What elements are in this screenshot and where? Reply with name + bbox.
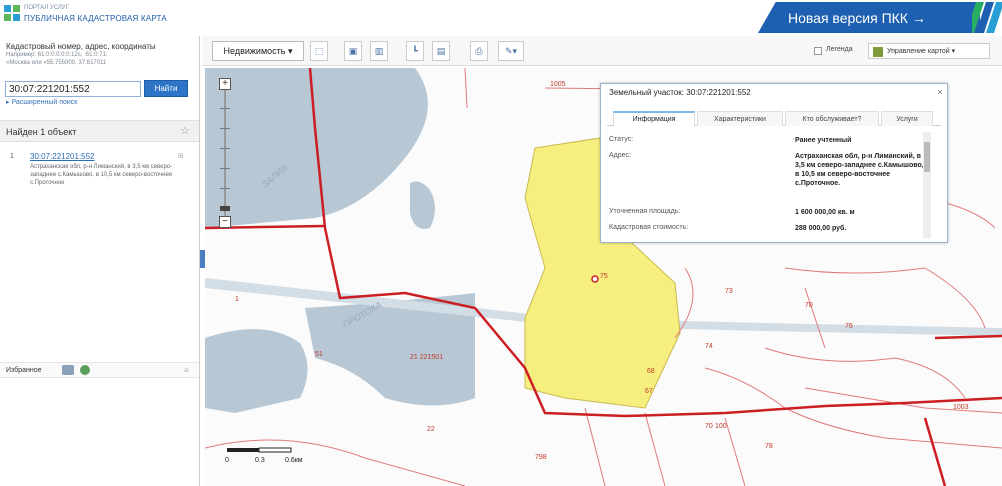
map-control-label: Управление картой ▾ [887, 48, 956, 55]
field-value: Астраханская обл, р-н Лиманский, в 3,5 к… [795, 153, 924, 187]
map-label: 1005 [550, 81, 566, 88]
map-label: 22 [427, 426, 435, 433]
field-value: Ранее учтенный [795, 137, 852, 144]
search-title: Кадастровый номер, адрес, координаты [6, 42, 156, 51]
field-label: Кадастровая стоимость: [609, 224, 689, 231]
identify-icon[interactable]: ▣ [344, 41, 362, 61]
zoom-out-button[interactable]: − [219, 216, 231, 228]
tools-icon[interactable]: ✎▾ [498, 41, 524, 61]
map-label: 70 [805, 302, 813, 309]
result-address: Астраханская обл, р-н Лиманский, в 3,5 к… [30, 164, 173, 186]
tab-who-serves[interactable]: Кто обслуживает? [785, 111, 879, 126]
zoom-slider-thumb[interactable] [220, 206, 230, 211]
popup-tabs: Информация Характеристики Кто обслуживае… [607, 108, 941, 126]
zoom-to-icon[interactable]: ⊞ [178, 152, 184, 160]
map-label: 1003 [953, 404, 969, 411]
layer-select[interactable]: Недвижимость ▾ [212, 41, 304, 61]
legend-label[interactable]: Легенда [826, 46, 853, 53]
favorites-add-icon[interactable] [80, 365, 90, 375]
select-tool-icon[interactable]: ⬚ [310, 41, 328, 61]
star-icon[interactable]: ☆ [180, 124, 190, 137]
map-control-icon [873, 47, 883, 57]
favorites-bar: Избранное ≡ [0, 362, 199, 378]
results-header: Найден 1 объект ☆ [0, 120, 199, 142]
new-version-button[interactable]: Новая версия ПКК → [758, 2, 980, 33]
field-value: 1 600 000,00 кв. м [795, 209, 855, 216]
map-label: 100 [715, 423, 727, 430]
field-label: Уточненная площадь: [609, 208, 681, 215]
map-label: 76 [845, 323, 853, 330]
field-label: Адрес: [609, 152, 631, 159]
favorites-list-icon[interactable] [62, 365, 74, 375]
map-label: 51 [315, 351, 323, 358]
result-cadastral-link[interactable]: 30:07:221201:552 [30, 152, 95, 161]
map-label: 78 [765, 443, 773, 450]
map-label: 1 [235, 296, 239, 303]
layers-icon[interactable]: ▤ [432, 41, 450, 61]
map-label: 75 [600, 273, 608, 280]
map-toolbar: Недвижимость ▾ ⬚ ▣ ▥ ┗ ▤ ⎙ ✎▾ Легенда Уп… [202, 36, 1002, 66]
tab-information[interactable]: Информация [613, 111, 695, 126]
legend-checkbox[interactable] [814, 47, 822, 55]
favorites-label: Избранное [6, 367, 42, 374]
menu-icon[interactable]: ≡ [184, 366, 189, 375]
field-label: Статус: [609, 136, 634, 143]
map-label: 74 [705, 343, 713, 350]
popup-body: Статус: Ранее учтенный Адрес: Астраханск… [609, 132, 939, 238]
advanced-search-link[interactable]: ▸ Расширенный поиск [6, 98, 77, 106]
zoom-in-button[interactable]: + [219, 78, 231, 90]
map-label: 70 [705, 423, 713, 430]
popup-scroll-thumb[interactable] [924, 142, 930, 172]
zoom-control: + − [219, 78, 231, 228]
close-icon[interactable]: × [935, 87, 945, 97]
left-panel: Кадастровый номер, адрес, координаты Нап… [0, 36, 200, 486]
portal-logo-icon[interactable] [4, 5, 20, 21]
map-label: 73 [725, 288, 733, 295]
map-label: 68 [647, 368, 655, 375]
svg-text:0.3: 0.3 [255, 457, 265, 464]
map-label: 67 [645, 388, 653, 395]
header: ПОРТАЛ УСЛУГ ПУБЛИЧНАЯ КАДАСТРОВАЯ КАРТА… [0, 0, 1002, 36]
field-value: 288 000,00 руб. [795, 225, 847, 232]
results-count: Найден 1 объект [6, 127, 77, 137]
portal-title[interactable]: ПУБЛИЧНАЯ КАДАСТРОВАЯ КАРТА [24, 14, 167, 23]
decor-stripes [972, 2, 1002, 33]
svg-text:0: 0 [225, 457, 229, 464]
popup-scrollbar[interactable] [923, 132, 931, 238]
result-number: 1 [10, 153, 14, 160]
svg-text:0.6км: 0.6км [285, 457, 303, 464]
search-input[interactable] [5, 81, 141, 97]
map-label: 21 221501 [410, 354, 444, 361]
print-icon[interactable]: ⎙ [470, 41, 488, 61]
scale-bar: 0 0.3 0.6км [225, 447, 303, 464]
portal-subtitle: ПОРТАЛ УСЛУГ [24, 5, 69, 11]
map-control-dropdown[interactable]: Управление картой ▾ [868, 43, 990, 59]
measure-icon[interactable]: ┗ [406, 41, 424, 61]
search-example: Например: 61:0:0:0:0:0:12s, :61:0:71: «М… [6, 52, 108, 66]
parcel-marker [591, 275, 599, 283]
building-icon[interactable]: ▥ [370, 41, 388, 61]
find-button[interactable]: Найти [144, 80, 188, 97]
popup-title: Земельный участок: 30:07:221201:552 [609, 88, 751, 97]
tab-characteristics[interactable]: Характеристики [697, 111, 783, 126]
parcel-info-popup: Земельный участок: 30:07:221201:552 × Ин… [600, 83, 948, 243]
tab-services[interactable]: Услуги [881, 111, 933, 126]
map-label: 798 [535, 454, 547, 461]
